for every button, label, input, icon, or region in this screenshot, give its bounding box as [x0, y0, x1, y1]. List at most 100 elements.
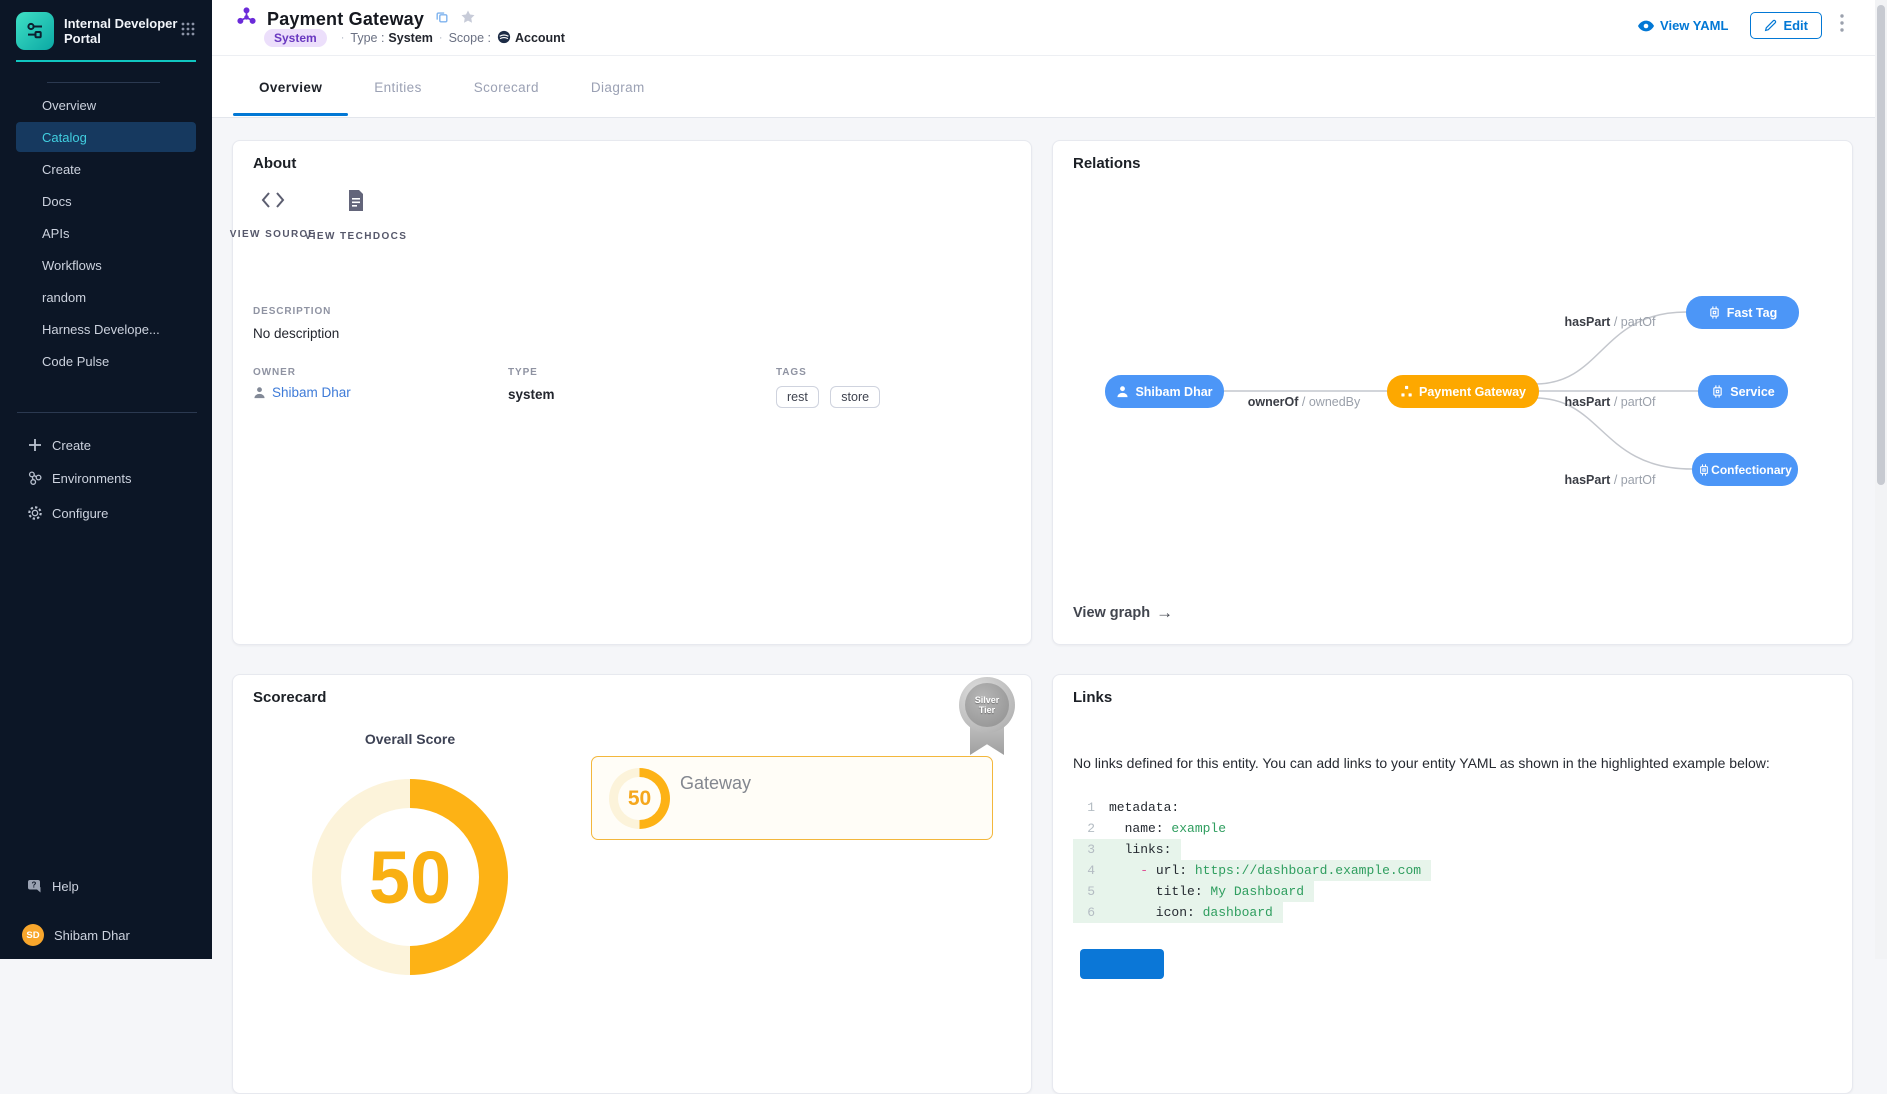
nav-divider	[47, 82, 160, 83]
scorecard-title: Scorecard	[253, 689, 326, 706]
chip-icon	[1711, 385, 1724, 398]
plus-icon	[26, 438, 44, 452]
sidebar-item-code-pulse[interactable]: Code Pulse	[16, 346, 196, 376]
type-value: System	[388, 31, 432, 45]
code-line: 2 name: example	[1073, 818, 1431, 839]
sidebar-configure-label: Configure	[52, 506, 108, 521]
view-graph-label: View graph	[1073, 605, 1150, 621]
view-yaml-label: View YAML	[1660, 18, 1728, 33]
type-label: Type :	[350, 31, 384, 45]
help-button[interactable]: ? Help	[0, 872, 212, 900]
relation-node-service[interactable]: Service	[1698, 375, 1788, 408]
relations-card: Relations Shibam Dhar Payment Gateway Fa…	[1052, 140, 1853, 645]
tier-label-line2: Tier	[979, 705, 995, 715]
kind-badge: System	[264, 29, 327, 47]
tag-chip-rest[interactable]: rest	[776, 386, 819, 408]
more-options-icon[interactable]	[1840, 14, 1844, 37]
relation-node-confectionary[interactable]: Confectionary	[1692, 453, 1798, 486]
code-line-highlighted: 4 - url: https://dashboard.example.com	[1073, 860, 1431, 881]
copy-icon[interactable]	[435, 10, 449, 29]
pencil-icon	[1764, 19, 1777, 32]
view-yaml-button[interactable]: View YAML	[1638, 18, 1728, 33]
relation-node-label: Shibam Dhar	[1135, 385, 1212, 399]
entity-meta-row: System · Type : System · Scope : Account	[264, 29, 565, 47]
relation-node-fast-tag[interactable]: Fast Tag	[1686, 296, 1799, 329]
chip-icon	[1698, 464, 1710, 476]
gear-icon	[26, 505, 44, 521]
scrollbar-track[interactable]	[1875, 0, 1887, 959]
scorecard-item-gateway[interactable]: 50 Gateway	[591, 756, 993, 840]
code-line-highlighted: 3 links:	[1073, 839, 1431, 860]
owner-link[interactable]: Shibam Dhar	[253, 385, 351, 400]
page-title: Payment Gateway	[267, 9, 424, 30]
module-grid-icon[interactable]	[180, 21, 196, 42]
svg-text:?: ?	[31, 880, 36, 889]
about-card: About VIEW SOURCE VIEW TECHDOCS DESCRIPT…	[232, 140, 1032, 645]
edge-label-haspart-bottom: hasPart / partOf	[1564, 473, 1655, 487]
sidebar-create-button[interactable]: Create	[0, 430, 212, 460]
owner-label: OWNER	[253, 367, 351, 378]
sidebar-item-workflows[interactable]: Workflows	[16, 250, 196, 280]
sidebar-environments-button[interactable]: Environments	[0, 463, 212, 493]
code-line-highlighted: 5 title: My Dashboard	[1073, 881, 1431, 902]
system-entity-icon	[236, 6, 257, 32]
view-graph-link[interactable]: View graph →	[1073, 603, 1173, 623]
tags-label: TAGS	[776, 367, 887, 378]
tab-diagram[interactable]: Diagram	[565, 56, 671, 118]
gateway-score-name: Gateway	[680, 773, 751, 794]
user-menu[interactable]: SD Shibam Dhar	[0, 920, 212, 950]
tier-badge: Silver Tier	[955, 677, 1019, 757]
tag-chip-store[interactable]: store	[830, 386, 880, 408]
description-value: No description	[253, 326, 339, 341]
code-line: 1metadata:	[1073, 797, 1431, 818]
edge-label-haspart-top: hasPart / partOf	[1564, 315, 1655, 329]
relation-node-label: Payment Gateway	[1419, 385, 1526, 399]
meta-separator: ·	[439, 32, 443, 44]
owner-value: Shibam Dhar	[272, 385, 351, 400]
brand-divider	[16, 60, 196, 62]
entity-tabs: Overview Entities Scorecard Diagram	[212, 56, 1887, 118]
brand-title: Internal Developer Portal	[64, 16, 180, 46]
yaml-example-code: 1metadata: 2 name: example 3 links: 4 - …	[1073, 797, 1431, 923]
relation-node-payment-gateway[interactable]: Payment Gateway	[1387, 375, 1539, 408]
sidebar-divider	[17, 412, 197, 413]
code-icon	[260, 189, 286, 211]
chip-icon	[1708, 306, 1721, 319]
help-label: Help	[52, 879, 79, 894]
view-techdocs-button[interactable]: VIEW TECHDOCS	[301, 189, 411, 245]
sidebar-item-apis[interactable]: APIs	[16, 218, 196, 248]
scope-value: Account	[515, 31, 565, 45]
about-title: About	[253, 155, 296, 172]
overall-score-label: Overall Score	[365, 731, 455, 747]
sidebar-item-random[interactable]: random	[16, 282, 196, 312]
star-icon[interactable]	[460, 9, 476, 30]
page-header: Payment Gateway System · Type : System ·…	[212, 0, 1887, 118]
sidebar-item-overview[interactable]: Overview	[16, 90, 196, 120]
tab-entities[interactable]: Entities	[348, 56, 447, 118]
arrow-right-icon: →	[1156, 603, 1173, 623]
sidebar-configure-button[interactable]: Configure	[0, 498, 212, 528]
edit-button[interactable]: Edit	[1750, 12, 1822, 39]
sidebar-item-harness-developer[interactable]: Harness Develope...	[16, 314, 196, 344]
scorecard-card: Scorecard Silver Tier Overall Score 50 5…	[232, 674, 1032, 1094]
tab-scorecard[interactable]: Scorecard	[448, 56, 565, 118]
account-scope-icon	[497, 30, 511, 47]
app-logo-icon[interactable]	[16, 12, 54, 50]
environments-icon	[26, 470, 44, 486]
sidebar-create-label: Create	[52, 438, 91, 453]
edge-label-haspart-mid: hasPart / partOf	[1564, 395, 1655, 409]
gateway-score-value: 50	[628, 787, 651, 811]
system-group-icon	[1400, 385, 1413, 398]
sidebar-nav: Overview Catalog Create Docs APIs Workfl…	[0, 88, 212, 378]
header-title-band: Payment Gateway System · Type : System ·…	[212, 0, 1887, 56]
sidebar-item-docs[interactable]: Docs	[16, 186, 196, 216]
sidebar-item-create[interactable]: Create	[16, 154, 196, 184]
help-icon: ?	[26, 879, 44, 894]
scrollbar-thumb[interactable]	[1877, 5, 1885, 485]
relation-node-owner[interactable]: Shibam Dhar	[1105, 375, 1224, 408]
scope-label: Scope :	[449, 31, 491, 45]
sidebar-environments-label: Environments	[52, 471, 131, 486]
tab-overview[interactable]: Overview	[233, 56, 348, 118]
links-action-button[interactable]	[1080, 949, 1164, 979]
sidebar-item-catalog[interactable]: Catalog	[16, 122, 196, 152]
